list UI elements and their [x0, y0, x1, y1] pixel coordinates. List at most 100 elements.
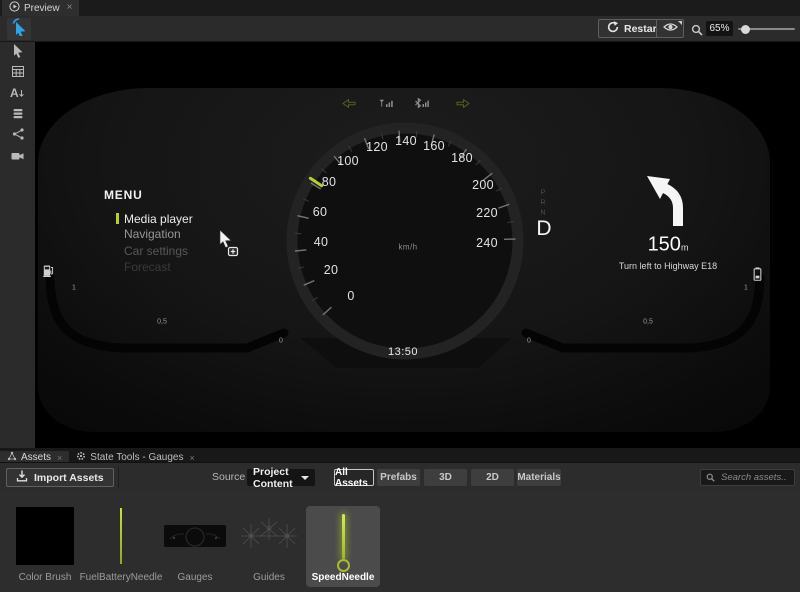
filter-materials[interactable]: Materials: [517, 469, 561, 486]
turn-left-indicator-icon: [342, 95, 356, 113]
document-tabbar: Preview ×: [0, 0, 800, 16]
preview-toolbar: Restart 65%: [0, 16, 800, 42]
asset-item-label: Guides: [226, 572, 312, 583]
gauge-tick-label: 0,5: [643, 319, 653, 326]
guides-thumbnail: [239, 514, 299, 558]
filter-prefabs[interactable]: Prefabs: [377, 469, 420, 486]
tool-layers-button[interactable]: [0, 105, 35, 126]
asset-item-label: Color Brush: [2, 572, 88, 583]
nav-distance: 150m: [648, 234, 689, 257]
connections-icon: [11, 127, 25, 146]
gauge-tick-label: 0: [279, 338, 283, 345]
asset-item-color-brush[interactable]: Color Brush: [8, 506, 82, 587]
gear-option-label: R: [540, 200, 545, 207]
nav-instruction: Turn left to Highway E18: [619, 261, 717, 271]
gauge-tick-label: 0: [527, 338, 531, 345]
interaction-tool-button[interactable]: [7, 18, 31, 40]
source-value: Project Content: [253, 466, 301, 490]
menu-item[interactable]: Forecast: [124, 260, 171, 274]
filter-all-assets[interactable]: All Assets: [334, 469, 374, 486]
chevron-down-icon: [301, 476, 309, 480]
speedo-tick-label: 240: [476, 236, 498, 250]
speedo-tick-label: 160: [423, 139, 445, 153]
needle-thumbnail: [120, 508, 122, 564]
zoom-magnifier-icon: [691, 23, 703, 41]
layers-icon: [11, 107, 25, 125]
import-assets-button[interactable]: Import Assets: [6, 468, 114, 487]
speedo-tick-label: 180: [451, 151, 473, 165]
gauge-tick-label: 1: [72, 285, 76, 292]
import-assets-label: Import Assets: [34, 472, 104, 484]
speedo-tick-label: 120: [366, 140, 388, 154]
import-icon: [16, 470, 28, 485]
speedo-tick-label: 60: [313, 205, 328, 219]
asset-item-speedneedle[interactable]: SpeedNeedle: [306, 506, 380, 587]
speedo-tick-label: 80: [322, 175, 337, 189]
assets-toolbar: Import Assets Source Project Content All…: [0, 462, 800, 491]
text-icon: A: [10, 86, 25, 104]
gear-option-label: N: [540, 210, 545, 217]
tool-pointer-button[interactable]: [0, 42, 35, 63]
camera-icon: [10, 149, 25, 167]
toolbar-divider: [118, 467, 119, 488]
turn-right-indicator-icon: [456, 95, 470, 113]
close-icon[interactable]: ×: [189, 453, 194, 463]
tab-close-icon[interactable]: ×: [67, 3, 73, 13]
grid-icon: [11, 65, 25, 83]
pointer-icon: [11, 43, 25, 63]
panel-tabbar: Assets×State Tools - Gauges×: [0, 448, 800, 462]
gauge-tick-label: 1: [744, 285, 748, 292]
menu-item[interactable]: Navigation: [124, 227, 181, 241]
speedo-tick-label: 220: [476, 206, 498, 220]
zoom-slider[interactable]: [738, 28, 795, 30]
bluetooth-signal-icon: [414, 95, 430, 113]
tab-preview[interactable]: Preview ×: [2, 0, 79, 16]
tool-connections-button[interactable]: [0, 126, 35, 147]
filter-3d[interactable]: 3D: [424, 469, 467, 486]
menu-item[interactable]: Car settings: [124, 244, 188, 258]
visibility-button[interactable]: [656, 19, 684, 38]
speedo-tick-label: 40: [314, 235, 329, 249]
cellular-signal-icon: [379, 95, 395, 113]
gear-option-label: P: [541, 190, 546, 197]
menu-active-bar: [116, 213, 119, 224]
restart-label: Restart: [624, 23, 660, 35]
asset-search[interactable]: [700, 469, 795, 486]
asset-grid: Color BrushFuelBatteryNeedleGaugesGuides…: [0, 491, 800, 592]
gauges-thumbnail: [164, 525, 226, 547]
tool-text-button[interactable]: A: [0, 84, 35, 105]
turn-left-arrow-icon: [640, 168, 698, 233]
zoom-level[interactable]: 65%: [706, 21, 733, 36]
speedo-tick-label: 0: [347, 289, 354, 303]
asset-item-fuelbatteryneedle[interactable]: FuelBatteryNeedle: [84, 506, 158, 587]
preview-canvas[interactable]: 020406080100120140160180200220240 km/h M…: [35, 42, 800, 448]
search-input[interactable]: [719, 471, 789, 484]
dropdown-corner-icon: [678, 21, 682, 25]
close-icon[interactable]: ×: [57, 453, 62, 463]
drag-cursor: [219, 230, 241, 263]
speed-unit-label: km/h: [399, 243, 418, 252]
application-window: Preview × Restart 65% A: [0, 0, 800, 592]
eye-icon: [663, 22, 678, 35]
source-dropdown[interactable]: Project Content: [247, 469, 315, 486]
gauge-tick-label: 0,5: [157, 319, 167, 326]
asset-item-label: SpeedNeedle: [306, 572, 380, 583]
gear-active-label: D: [536, 217, 551, 241]
speed-needle-thumbnail: [306, 506, 380, 566]
speedo-tick-label: 20: [324, 263, 339, 277]
filter-2d[interactable]: 2D: [471, 469, 514, 486]
fuel-pump-icon: [43, 264, 54, 283]
menu-item[interactable]: Media player: [124, 212, 193, 226]
speedo-tick-label: 140: [395, 134, 417, 148]
battery-icon: [753, 267, 762, 286]
source-label: Source: [212, 471, 245, 483]
nav-distance-unit: m: [681, 243, 689, 253]
speedo-tick-label: 100: [337, 154, 359, 168]
zoom-slider-handle[interactable]: [741, 25, 750, 34]
asset-item-guides[interactable]: Guides: [232, 506, 306, 587]
asset-item-gauges[interactable]: Gauges: [158, 506, 232, 587]
left-toolbar: A: [0, 42, 35, 448]
play-circle-icon: [9, 1, 20, 15]
tool-camera-button[interactable]: [0, 147, 35, 168]
tool-grid-button[interactable]: [0, 63, 35, 84]
